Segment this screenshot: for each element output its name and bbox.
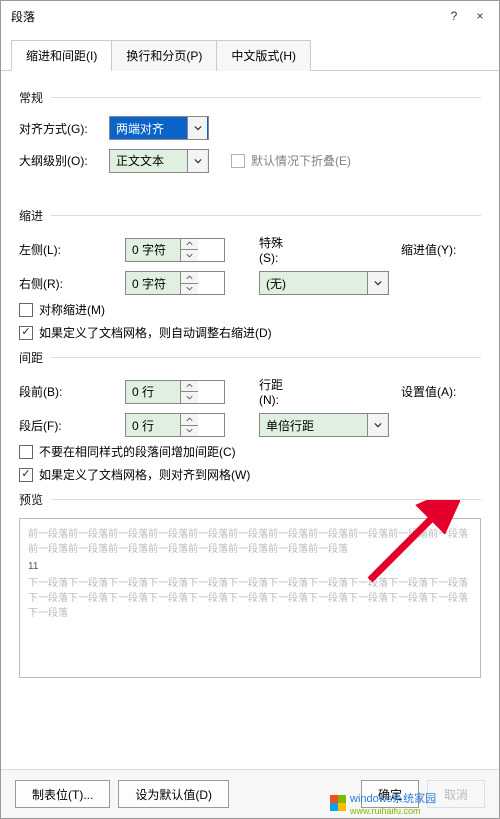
- chevron-down-icon[interactable]: [187, 117, 207, 139]
- group-preview: 预览: [19, 491, 481, 508]
- indent-left-label: 左侧(L):: [19, 241, 119, 258]
- space-after-label: 段后(F):: [19, 417, 119, 434]
- spinner-up-icon[interactable]: [181, 272, 198, 284]
- spinner-down-icon[interactable]: [181, 284, 198, 295]
- close-button[interactable]: ×: [467, 3, 493, 29]
- paragraph-dialog: 段落 ? × 缩进和间距(I) 换行和分页(P) 中文版式(H) 常规 对齐方式…: [0, 0, 500, 819]
- auto-adjust-indent-checkbox[interactable]: 如果定义了文档网格，则自动调整右缩进(D): [19, 324, 481, 341]
- chevron-down-icon[interactable]: [187, 150, 207, 172]
- space-before-spinner[interactable]: 0 行: [125, 380, 225, 404]
- spinner-down-icon[interactable]: [181, 250, 198, 261]
- indent-by-label: 缩进值(Y):: [401, 241, 481, 258]
- indent-right-label: 右侧(R):: [19, 275, 119, 292]
- titlebar: 段落 ? ×: [1, 1, 499, 31]
- special-label: 特殊(S):: [231, 234, 289, 265]
- help-button[interactable]: ?: [441, 3, 467, 29]
- mirror-indent-checkbox[interactable]: 对称缩进(M): [19, 301, 481, 318]
- spinner-down-icon[interactable]: [181, 392, 198, 403]
- chevron-down-icon[interactable]: [367, 272, 387, 294]
- snap-to-grid-checkbox[interactable]: 如果定义了文档网格，则对齐到网格(W): [19, 466, 481, 483]
- window-title: 段落: [7, 8, 441, 25]
- chevron-down-icon[interactable]: [367, 414, 387, 436]
- tab-asian-typography[interactable]: 中文版式(H): [216, 40, 311, 71]
- collapse-checkbox: 默认情况下折叠(E): [231, 152, 351, 169]
- spinner-up-icon[interactable]: [181, 381, 198, 393]
- space-after-spinner[interactable]: 0 行: [125, 413, 225, 437]
- group-indent: 缩进: [19, 207, 481, 224]
- spacing-at-label: 设置值(A):: [401, 383, 481, 400]
- spinner-down-icon[interactable]: [181, 426, 198, 437]
- indent-left-spinner[interactable]: 0 字符: [125, 238, 225, 262]
- preview-box: 前一段落前一段落前一段落前一段落前一段落前一段落前一段落前一段落前一段落前一段落…: [19, 518, 481, 678]
- watermark: windows系统家园 www.ruihaifu.com: [330, 790, 436, 816]
- line-spacing-select[interactable]: 单倍行距: [259, 413, 389, 437]
- tabstrip: 缩进和间距(I) 换行和分页(P) 中文版式(H): [1, 31, 499, 71]
- dialog-body: 常规 对齐方式(G): 两端对齐 大纲级别(O): 正文文本 默认情况下折叠(E…: [1, 71, 499, 769]
- special-select[interactable]: (无): [259, 271, 389, 295]
- group-spacing: 间距: [19, 349, 481, 366]
- group-general: 常规: [19, 89, 481, 106]
- alignment-label: 对齐方式(G):: [19, 120, 101, 137]
- alignment-select[interactable]: 两端对齐: [109, 116, 209, 140]
- spinner-up-icon[interactable]: [181, 414, 198, 426]
- tab-indent-spacing[interactable]: 缩进和间距(I): [11, 40, 112, 71]
- tab-line-page-breaks[interactable]: 换行和分页(P): [111, 40, 217, 71]
- windows-logo-icon: [330, 795, 346, 811]
- space-before-label: 段前(B):: [19, 383, 119, 400]
- tabs-button[interactable]: 制表位(T)...: [15, 780, 110, 808]
- outline-select[interactable]: 正文文本: [109, 149, 209, 173]
- set-default-button[interactable]: 设为默认值(D): [118, 780, 229, 808]
- spinner-up-icon[interactable]: [181, 239, 198, 251]
- line-spacing-label: 行距(N):: [231, 376, 289, 407]
- no-space-same-style-checkbox[interactable]: 不要在相同样式的段落间增加间距(C): [19, 443, 481, 460]
- outline-label: 大纲级别(O):: [19, 152, 101, 169]
- indent-right-spinner[interactable]: 0 字符: [125, 271, 225, 295]
